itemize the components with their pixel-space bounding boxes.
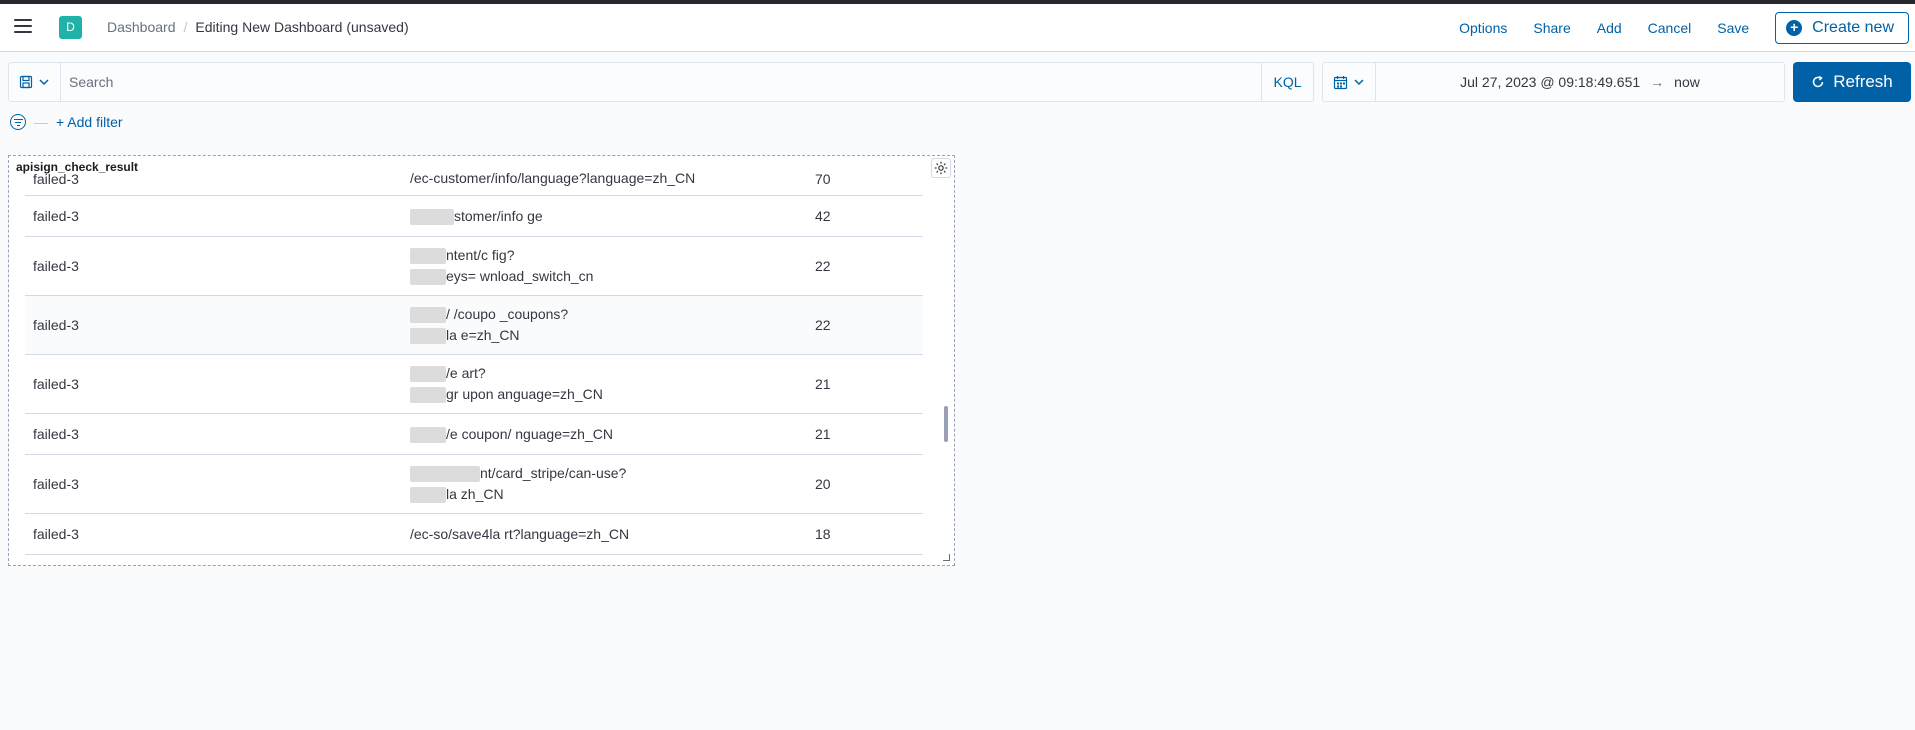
save-icon	[19, 75, 32, 89]
table-row: failed-3 /ec-customer/info/language?lang…	[25, 172, 923, 196]
data-table: failed-3 /ec-customer/info/language?lang…	[25, 172, 923, 560]
date-picker: Jul 27, 2023 @ 09:18:49.651 → now	[1322, 62, 1785, 102]
breadcrumb-current: Editing New Dashboard (unsaved)	[195, 19, 409, 35]
table-row: failed-3 / /coupo _coupons? la e=zh_CN 2…	[25, 296, 923, 355]
panel-scrollbar[interactable]	[944, 406, 948, 442]
cancel-button[interactable]: Cancel	[1648, 20, 1692, 36]
calendar-icon	[1333, 75, 1347, 89]
path-cell: nt/card_stripe/can-use? la zh_CN	[410, 463, 815, 505]
kql-language-button[interactable]: KQL	[1261, 63, 1313, 101]
chevron-down-icon	[1353, 79, 1364, 86]
count-cell: 18	[815, 526, 831, 542]
query-bar: KQL	[8, 62, 1314, 102]
redacted-block	[410, 366, 446, 383]
refresh-label: Refresh	[1833, 72, 1893, 91]
path-cell: /ec-customer/info/language?language=zh_C…	[410, 172, 696, 186]
redacted-block	[410, 487, 446, 504]
gear-icon[interactable]	[931, 158, 951, 178]
count-cell: 42	[815, 208, 831, 224]
refresh-button[interactable]: Refresh	[1793, 62, 1911, 102]
table-row: failed-3 /e art? gr upon anguage=zh_CN 2…	[25, 355, 923, 414]
breadcrumb-separator: /	[183, 19, 188, 35]
share-button[interactable]: Share	[1533, 20, 1570, 36]
end-date[interactable]: now	[1674, 74, 1700, 90]
filter-divider: —	[34, 114, 48, 130]
count-cell: 22	[815, 258, 831, 274]
filter-bar: — + Add filter	[10, 113, 123, 131]
status-cell: failed-3	[33, 208, 79, 224]
refresh-icon	[1813, 75, 1824, 88]
redacted-block	[410, 328, 446, 345]
add-button[interactable]: Add	[1597, 20, 1622, 36]
status-cell: failed-3	[33, 172, 79, 187]
redacted-block	[410, 426, 446, 443]
date-range-display[interactable]: Jul 27, 2023 @ 09:18:49.651 → now	[1376, 63, 1784, 101]
redacted-block	[410, 248, 446, 265]
redacted-block	[410, 307, 446, 324]
count-cell: 22	[815, 317, 831, 333]
path-cell: /ec-so/save4la rt?language=zh_CN	[410, 525, 630, 542]
saved-query-menu-button[interactable]	[9, 63, 61, 101]
path-cell: /e art? gr upon anguage=zh_CN	[410, 363, 815, 405]
status-cell: failed-3	[33, 426, 79, 442]
redacted-block	[410, 466, 480, 483]
table-row: failed-3 nt/card_stripe/can-use? la zh_C…	[25, 455, 923, 514]
plus-circle-icon: +	[1786, 20, 1803, 36]
start-date[interactable]: Jul 27, 2023 @ 09:18:49.651	[1460, 74, 1640, 90]
add-filter-button[interactable]: + Add filter	[56, 114, 123, 130]
menu-icon[interactable]	[14, 19, 32, 35]
filter-icon[interactable]	[10, 114, 26, 130]
status-cell: failed-3	[33, 526, 79, 542]
header-bar: D Dashboard / Editing New Dashboard (uns…	[0, 4, 1915, 52]
path-cell: stomer/info ge	[410, 206, 815, 227]
resize-handle[interactable]	[943, 554, 950, 561]
visualization-panel: apisign_check_result failed-3 /ec-custom…	[8, 155, 955, 566]
search-input[interactable]	[61, 63, 1273, 101]
status-cell: failed-3	[33, 258, 79, 274]
redacted-block	[410, 208, 454, 225]
path-cell: / /coupo _coupons? la e=zh_CN	[410, 304, 815, 346]
create-new-button[interactable]: + Create new	[1775, 12, 1909, 44]
table-row: failed-3 /e coupon/ nguage=zh_CN 21	[25, 414, 923, 455]
count-cell: 21	[815, 376, 831, 392]
status-cell: failed-3	[33, 376, 79, 392]
chevron-down-icon	[38, 79, 49, 86]
space-avatar[interactable]: D	[59, 16, 82, 39]
table-row: failed-3 /ec-so/save4la rt?language=zh_C…	[25, 514, 923, 555]
status-cell: failed-3	[33, 476, 79, 492]
redacted-block	[410, 269, 446, 286]
create-new-label: Create new	[1812, 19, 1894, 36]
header-actions: Options Share Add Cancel Save + Create n…	[1459, 4, 1915, 52]
redacted-block	[410, 387, 446, 404]
count-cell: 20	[815, 476, 831, 492]
path-cell: ntent/c fig? eys= wnload_switch_cn	[410, 245, 815, 287]
count-cell: 70	[815, 172, 831, 187]
status-cell: failed-3	[33, 317, 79, 333]
table-row: failed-3 stomer/info ge 42	[25, 196, 923, 237]
arrow-right-icon: →	[1650, 74, 1665, 90]
save-button[interactable]: Save	[1717, 20, 1749, 36]
path-cell: /e coupon/ nguage=zh_CN	[410, 424, 815, 445]
count-cell: 21	[815, 426, 831, 442]
options-button[interactable]: Options	[1459, 20, 1507, 36]
table-row: failed-3 ntent/c fig? eys= wnload_switch…	[25, 237, 923, 296]
breadcrumb-dashboard[interactable]: Dashboard	[107, 19, 176, 35]
breadcrumb: Dashboard / Editing New Dashboard (unsav…	[107, 19, 409, 35]
quick-select-button[interactable]	[1323, 63, 1376, 101]
